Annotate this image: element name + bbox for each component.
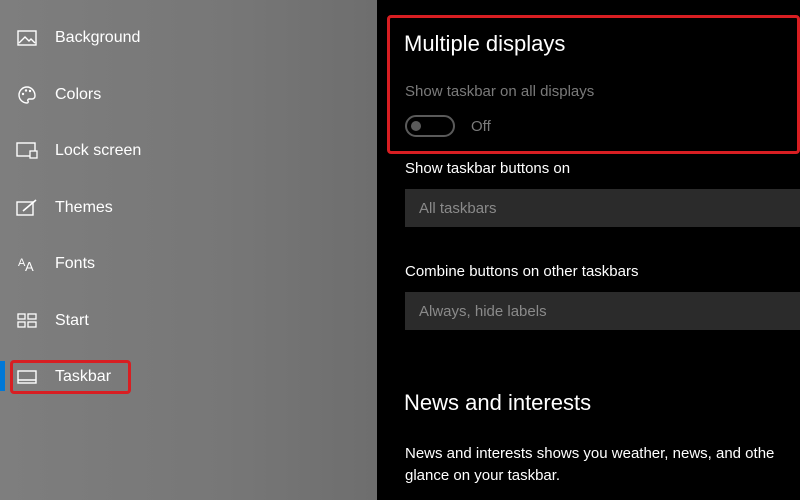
themes-icon [16, 198, 38, 218]
lock-screen-icon [16, 141, 38, 161]
palette-icon [16, 85, 38, 105]
sidebar-item-themes[interactable]: Themes [0, 188, 377, 228]
show-all-displays-label: Show taskbar on all displays [405, 83, 595, 100]
sidebar-item-label: Start [55, 312, 89, 329]
multiple-displays-heading: Multiple displays [404, 31, 566, 56]
fonts-icon: AA [16, 254, 38, 274]
toggle-state-label: Off [471, 118, 491, 135]
sidebar-item-label: Themes [55, 199, 113, 216]
show-all-displays-toggle[interactable] [405, 115, 455, 137]
sidebar-item-lock-screen[interactable]: Lock screen [0, 131, 377, 171]
toggle-knob [411, 121, 421, 131]
combine-dropdown[interactable]: Always, hide labels [405, 292, 800, 330]
picture-icon [16, 28, 38, 48]
combine-label: Combine buttons on other taskbars [405, 263, 639, 280]
sidebar-item-start[interactable]: Start [0, 301, 377, 341]
sidebar-item-fonts[interactable]: AA Fonts [0, 244, 377, 284]
sidebar-item-label: Background [55, 29, 141, 46]
svg-text:A: A [25, 259, 34, 273]
news-heading: News and interests [404, 390, 592, 415]
sidebar-item-label: Lock screen [55, 142, 142, 159]
combine-value: Always, hide labels [419, 302, 547, 320]
sidebar-item-label: Colors [55, 86, 102, 103]
main-panel: Multiple displays Show taskbar on all di… [377, 0, 800, 500]
sidebar-item-colors[interactable]: Colors [0, 75, 377, 115]
buttons-on-label: Show taskbar buttons on [405, 160, 571, 177]
news-description-line1: News and interests shows you weather, ne… [405, 445, 775, 462]
taskbar-highlight-box [10, 360, 131, 394]
start-icon [16, 311, 38, 331]
sidebar-item-background[interactable]: Background [0, 18, 377, 58]
news-description-line2: glance on your taskbar. [405, 467, 561, 484]
sidebar-item-label: Fonts [55, 255, 96, 272]
sidebar: Background Colors Lock screen Themes AA … [0, 0, 377, 500]
buttons-on-value: All taskbars [419, 199, 497, 217]
buttons-on-dropdown[interactable]: All taskbars [405, 189, 800, 227]
